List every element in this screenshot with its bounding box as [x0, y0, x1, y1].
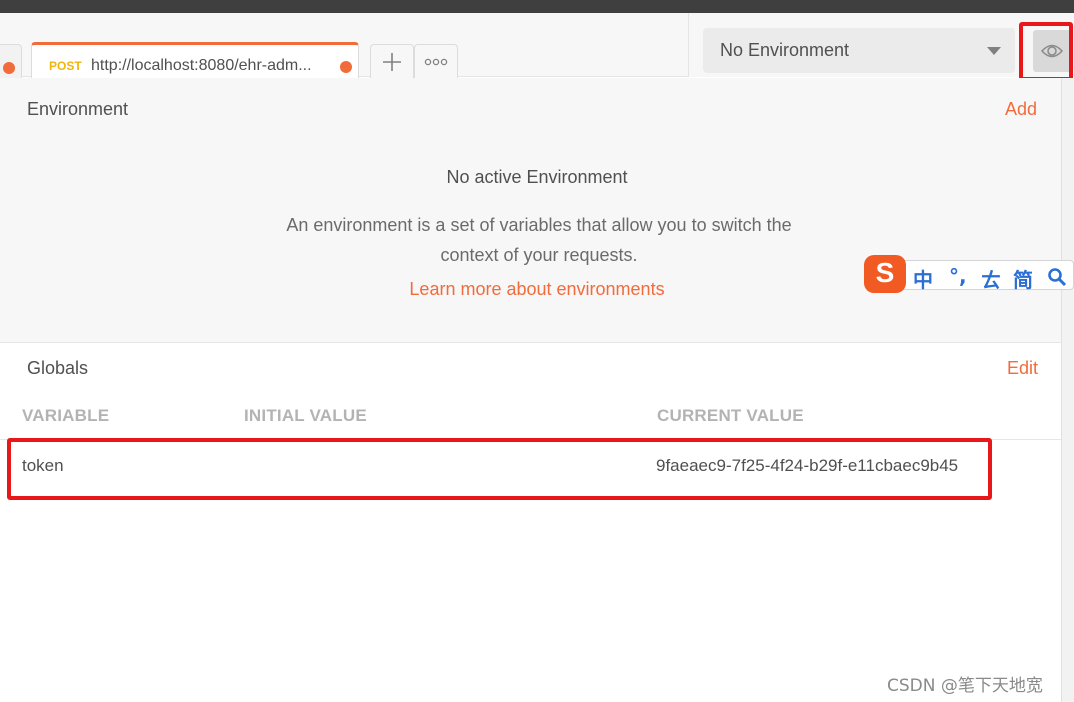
edit-globals-link[interactable]: Edit [1007, 358, 1038, 379]
ime-chinese-mode-toggle[interactable]: 中 [913, 264, 933, 293]
panel-scrollbar[interactable] [1061, 78, 1074, 702]
environment-section-title: Environment [27, 99, 129, 119]
ime-toolbar-strip: 中 °, ㄊ 简 [900, 260, 1074, 293]
environment-dropdown[interactable]: No Environment [703, 28, 1015, 73]
plus-icon [383, 53, 401, 71]
new-tab-button[interactable] [370, 44, 414, 78]
chevron-down-icon [987, 47, 1001, 55]
unsaved-indicator-icon [3, 62, 15, 74]
environment-section: Environment Add No active Environment An… [0, 78, 1061, 343]
unsaved-indicator-icon [340, 61, 352, 73]
active-request-tab[interactable]: POST http://localhost:8080/ehr-adm... [31, 42, 359, 78]
request-url-label: http://localhost:8080/ehr-adm... [91, 57, 312, 74]
ime-simplified-toggle[interactable]: 简 [1013, 264, 1033, 293]
empty-state-title: No active Environment [446, 167, 628, 187]
column-header-initial-value: INITIAL VALUE [244, 406, 367, 425]
ime-punctuation-toggle[interactable]: °, [949, 264, 967, 288]
ime-toolbar: 中 °, ㄊ 简 S [864, 252, 1074, 296]
search-icon[interactable] [1047, 267, 1067, 287]
environment-dropdown-value: No Environment [720, 40, 850, 60]
ellipsis-icon [424, 58, 448, 66]
window-top-bar [0, 0, 1074, 13]
annotation-highlight-box [1019, 22, 1073, 81]
sogou-logo-icon[interactable]: S [864, 255, 906, 293]
environment-quick-look-panel: Environment Add No active Environment An… [0, 78, 1061, 702]
globals-section-title: Globals [27, 358, 89, 378]
learn-more-link-text[interactable]: Learn more about environments [409, 279, 664, 299]
empty-state-description: An environment is a set of variables tha… [286, 215, 792, 265]
ime-width-toggle[interactable]: ㄊ [981, 264, 1001, 293]
add-environment-link[interactable]: Add [1005, 99, 1037, 120]
request-method-label: POST [49, 59, 82, 73]
column-header-current-value: CURRENT VALUE [657, 406, 804, 425]
tab-options-button[interactable] [414, 44, 458, 78]
watermark: CSDN @笔下天地宽 [887, 676, 1043, 696]
annotation-highlight-box [7, 438, 992, 500]
column-header-variable: VARIABLE [22, 406, 110, 425]
